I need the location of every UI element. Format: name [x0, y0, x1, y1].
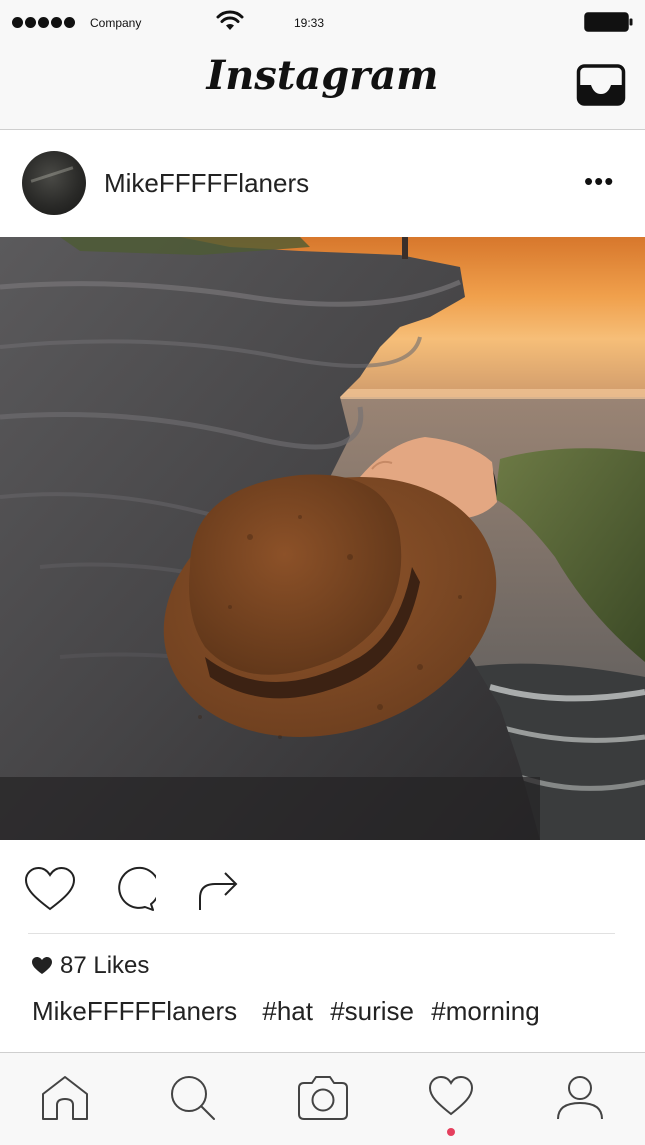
photo-image [0, 237, 645, 840]
inbox-icon[interactable] [576, 63, 626, 107]
tab-bar [0, 1052, 645, 1145]
post-caption: MikeFFFFFlaners #hat #surise #morning [32, 996, 540, 1027]
nav-bar: Instagram [0, 46, 645, 130]
heart-icon[interactable] [428, 1075, 474, 1117]
search-icon[interactable] [170, 1075, 216, 1121]
post-photo[interactable] [0, 237, 645, 840]
home-icon[interactable] [40, 1075, 90, 1121]
camera-icon[interactable] [297, 1075, 349, 1121]
hashtag[interactable]: #morning [431, 996, 539, 1026]
post-actions [0, 850, 645, 930]
share-icon[interactable] [197, 866, 239, 912]
post-header: MikeFFFFFlaners ••• [0, 130, 645, 237]
carrier-name: Company [90, 16, 142, 30]
post-username[interactable]: MikeFFFFFlaners [104, 168, 309, 199]
more-options-button[interactable]: ••• [584, 168, 614, 194]
battery-icon [584, 12, 633, 32]
heart-icon[interactable] [24, 866, 76, 912]
status-time: 19:33 [294, 16, 325, 30]
comment-icon[interactable] [110, 866, 156, 912]
app-logo: Instagram [206, 52, 439, 99]
hashtag[interactable]: #hat [262, 996, 313, 1026]
actions-divider [28, 933, 615, 934]
caption-username[interactable]: MikeFFFFFlaners [32, 996, 237, 1026]
avatar[interactable] [22, 151, 86, 215]
likes-label: 87 Likes [60, 952, 150, 979]
profile-icon[interactable] [556, 1075, 604, 1121]
signal-strength-icon [12, 17, 75, 28]
likes-count[interactable]: 87 Likes [32, 952, 149, 980]
active-tab-indicator [447, 1128, 455, 1136]
status-bar: Company 19:33 [0, 0, 645, 46]
heart-filled-icon [32, 957, 52, 974]
hashtag[interactable]: #surise [330, 996, 414, 1026]
wifi-icon [216, 10, 244, 30]
